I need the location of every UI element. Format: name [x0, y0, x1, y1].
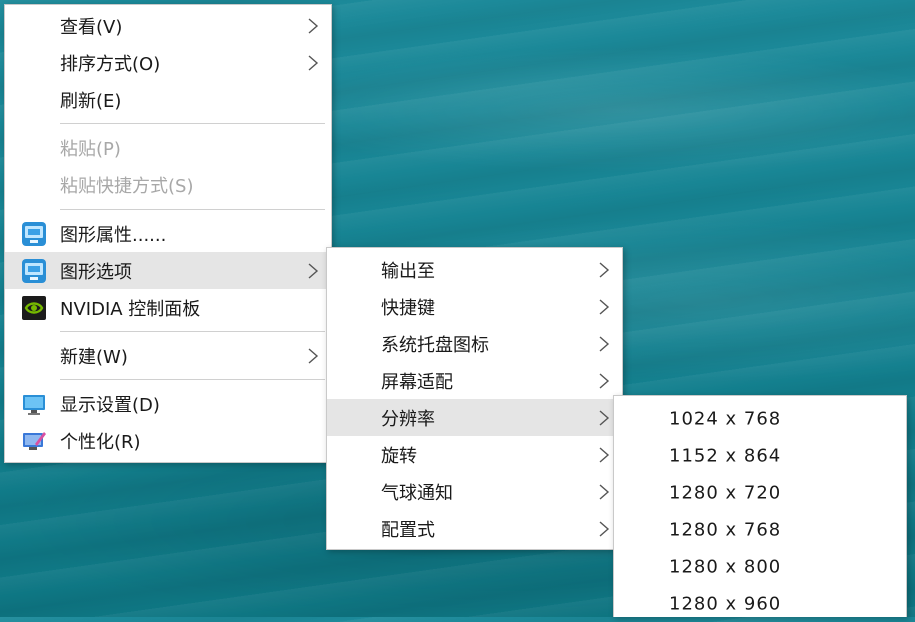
chevron-right-icon — [599, 335, 610, 352]
chevron-right-icon — [308, 347, 319, 364]
chevron-right-icon — [599, 483, 610, 500]
menu-item-label: 气球通知 — [381, 482, 453, 504]
intel-graphics-icon — [22, 258, 46, 283]
menu-item-resolution[interactable]: 分辨率 — [327, 399, 622, 436]
menu-separator — [60, 209, 325, 210]
desktop-background: 查看(V) 排序方式(O) 刷新(E) 粘贴(P) 粘贴快捷方式(S) 图形属性… — [0, 0, 915, 617]
menu-separator — [60, 379, 325, 380]
menu-item-label: 系统托盘图标 — [381, 334, 489, 356]
menu-item-label: 排序方式(O) — [60, 53, 161, 75]
chevron-right-icon — [599, 520, 610, 537]
personalize-icon — [23, 431, 46, 450]
menu-item-output-to[interactable]: 输出至 — [327, 251, 622, 288]
desktop-context-menu: 查看(V) 排序方式(O) 刷新(E) 粘贴(P) 粘贴快捷方式(S) 图形属性… — [4, 4, 332, 463]
display-settings-icon — [23, 394, 45, 415]
graphics-options-submenu: 输出至 快捷键 系统托盘图标 屏幕适配 分辨率 旋转 气球通知 配置式 — [326, 247, 623, 550]
menu-item-label: 1152 x 864 — [669, 445, 782, 466]
nvidia-icon — [22, 295, 46, 320]
menu-item-resolution-option[interactable]: 1280 x 960 — [614, 585, 906, 622]
menu-item-profiles[interactable]: 配置式 — [327, 510, 622, 547]
menu-item-label: 输出至 — [381, 260, 435, 282]
menu-item-balloon-notifications[interactable]: 气球通知 — [327, 473, 622, 510]
menu-item-label: 旋转 — [381, 445, 417, 467]
menu-item-personalize[interactable]: 个性化(R) — [5, 422, 331, 459]
chevron-right-icon — [599, 446, 610, 463]
menu-item-label: 1024 x 768 — [669, 408, 782, 429]
menu-item-label: 图形选项 — [60, 261, 132, 283]
menu-item-graphics-properties[interactable]: 图形属性...... — [5, 215, 331, 252]
menu-item-display-settings[interactable]: 显示设置(D) — [5, 385, 331, 422]
menu-separator — [60, 123, 325, 124]
menu-item-label: 1280 x 720 — [669, 482, 782, 503]
menu-item-label: 1280 x 768 — [669, 519, 782, 540]
menu-item-tray-icon[interactable]: 系统托盘图标 — [327, 325, 622, 362]
menu-item-label: 粘贴(P) — [60, 138, 121, 160]
menu-item-label: 显示设置(D) — [60, 394, 160, 416]
menu-item-label: 查看(V) — [60, 16, 123, 38]
menu-item-label: 屏幕适配 — [381, 371, 453, 393]
menu-separator — [60, 331, 325, 332]
chevron-right-icon — [599, 372, 610, 389]
chevron-right-icon — [599, 298, 610, 315]
menu-item-new[interactable]: 新建(W) — [5, 337, 331, 374]
menu-item-refresh[interactable]: 刷新(E) — [5, 81, 331, 118]
intel-graphics-icon — [22, 221, 46, 246]
menu-item-label: 1280 x 800 — [669, 556, 782, 577]
menu-item-hotkeys[interactable]: 快捷键 — [327, 288, 622, 325]
chevron-right-icon — [308, 262, 319, 279]
resolution-submenu: 1024 x 768 1152 x 864 1280 x 720 1280 x … — [613, 395, 907, 617]
chevron-right-icon — [599, 409, 610, 426]
menu-item-label: NVIDIA 控制面板 — [60, 298, 201, 320]
menu-item-paste-shortcut: 粘贴快捷方式(S) — [5, 166, 331, 203]
menu-item-label: 配置式 — [381, 519, 435, 541]
menu-item-label: 分辨率 — [381, 408, 435, 430]
menu-item-label: 粘贴快捷方式(S) — [60, 175, 194, 197]
menu-item-resolution-option[interactable]: 1280 x 720 — [614, 474, 906, 511]
menu-item-label: 新建(W) — [60, 346, 128, 368]
menu-item-resolution-option[interactable]: 1024 x 768 — [614, 400, 906, 437]
chevron-right-icon — [308, 54, 319, 71]
menu-item-paste: 粘贴(P) — [5, 129, 331, 166]
menu-item-view[interactable]: 查看(V) — [5, 7, 331, 44]
menu-item-resolution-option[interactable]: 1152 x 864 — [614, 437, 906, 474]
menu-item-label: 图形属性...... — [60, 224, 167, 246]
menu-item-nvidia-control-panel[interactable]: NVIDIA 控制面板 — [5, 289, 331, 326]
menu-item-screen-fit[interactable]: 屏幕适配 — [327, 362, 622, 399]
menu-item-label: 个性化(R) — [60, 431, 141, 453]
menu-item-sort-by[interactable]: 排序方式(O) — [5, 44, 331, 81]
menu-item-label: 快捷键 — [381, 297, 435, 319]
menu-item-label: 刷新(E) — [60, 90, 122, 112]
menu-item-label: 1280 x 960 — [669, 593, 782, 614]
menu-item-rotation[interactable]: 旋转 — [327, 436, 622, 473]
menu-item-resolution-option[interactable]: 1280 x 800 — [614, 548, 906, 585]
menu-item-graphics-options[interactable]: 图形选项 — [5, 252, 331, 289]
chevron-right-icon — [308, 17, 319, 34]
menu-item-resolution-option[interactable]: 1280 x 768 — [614, 511, 906, 548]
chevron-right-icon — [599, 261, 610, 278]
